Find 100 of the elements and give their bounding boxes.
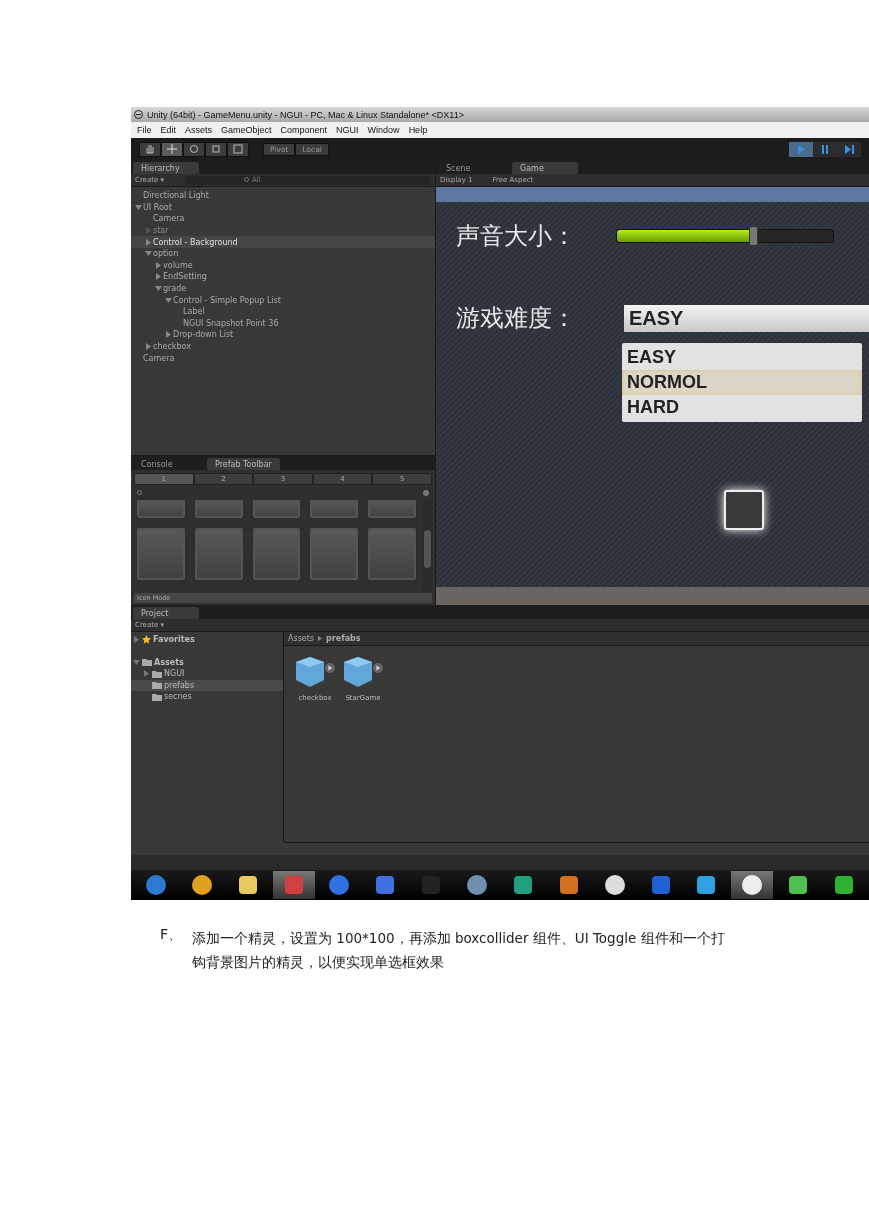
collapsed-arrow-icon[interactable] bbox=[133, 636, 140, 644]
hierarchy-item-label: Camera bbox=[153, 214, 185, 224]
hand-tool-button[interactable] bbox=[139, 141, 161, 157]
app-icon bbox=[420, 874, 443, 896]
prefab-search-field[interactable] bbox=[134, 488, 432, 497]
hierarchy-item-label: volume bbox=[163, 260, 193, 270]
dropdown-option[interactable]: EASY bbox=[622, 345, 862, 370]
breadcrumb-item[interactable]: Assets bbox=[288, 634, 315, 643]
breadcrumb-arrow-icon bbox=[318, 636, 323, 641]
hierarchy-row[interactable]: Control - Background bbox=[131, 236, 435, 248]
hierarchy-row[interactable]: Label bbox=[131, 305, 435, 318]
view-tab[interactable]: Scene bbox=[438, 162, 504, 174]
hierarchy-row[interactable]: Drop-down List bbox=[131, 329, 435, 341]
menu-item[interactable]: File bbox=[137, 125, 152, 135]
prefab-slot[interactable] bbox=[365, 525, 419, 583]
menu-item[interactable]: Component bbox=[280, 125, 328, 135]
hierarchy-row[interactable]: NGUI Snapshot Point 36 bbox=[131, 317, 435, 330]
app-icon bbox=[649, 874, 672, 896]
volume-label: 声音大小： bbox=[456, 221, 577, 252]
hierarchy-item-label: Label bbox=[183, 307, 205, 317]
dropdown-option[interactable]: NORMOL bbox=[622, 370, 862, 395]
search-icon bbox=[137, 489, 143, 496]
hierarchy-row[interactable]: Camera bbox=[131, 213, 435, 225]
folder-label: prefabs bbox=[164, 680, 195, 690]
expanded-arrow-icon[interactable] bbox=[133, 658, 140, 666]
folder-row[interactable]: secnes bbox=[131, 691, 283, 703]
hierarchy-row[interactable]: grade bbox=[131, 282, 435, 295]
collapsed-arrow-icon[interactable] bbox=[143, 670, 150, 678]
step-button[interactable] bbox=[837, 141, 861, 157]
app-icon bbox=[557, 874, 580, 896]
difficulty-dropdown[interactable]: EASY bbox=[624, 304, 869, 332]
dropdown-option[interactable]: HARD bbox=[622, 395, 862, 420]
folder-row[interactable]: NGUI bbox=[131, 668, 283, 680]
caption-text: 添加一个精灵，设置为 100*100，再添加 boxcollider 组件、UI Toggle 组件和一个打钩背景图片的精灵，以便实现单选框效果 bbox=[192, 929, 726, 972]
volume-slider[interactable] bbox=[616, 229, 834, 243]
scale-icon bbox=[211, 144, 221, 154]
app-logo-icon bbox=[134, 110, 143, 119]
star-icon bbox=[142, 635, 151, 645]
hierarchy-tab[interactable]: Hierarchy bbox=[133, 162, 199, 174]
project-tab[interactable]: Project bbox=[133, 607, 199, 619]
app-icon bbox=[374, 874, 397, 896]
breadcrumb-item[interactable]: prefabs bbox=[326, 634, 361, 643]
prefab-slot[interactable] bbox=[134, 525, 188, 583]
hierarchy-row[interactable]: Directional Light bbox=[131, 190, 435, 202]
move-tool-button[interactable] bbox=[161, 141, 183, 157]
hierarchy-item-label: Control - Simple Popup List bbox=[173, 295, 281, 305]
hierarchy-row[interactable]: star bbox=[131, 224, 435, 237]
hierarchy-row[interactable]: Camera bbox=[131, 352, 435, 364]
panel-tab[interactable]: Prefab Toolbar bbox=[207, 458, 280, 470]
slider-thumb[interactable] bbox=[749, 226, 759, 246]
prefab-cube-icon[interactable] bbox=[342, 656, 384, 688]
collapsed-arrow-icon[interactable] bbox=[164, 331, 172, 339]
hierarchy-item-label: Camera bbox=[143, 353, 175, 363]
step-icon bbox=[844, 144, 854, 154]
hierarchy-item-label: checkbox bbox=[153, 342, 191, 351]
folder-row[interactable]: prefabs bbox=[131, 679, 283, 691]
hierarchy-item-label: EndSetting bbox=[163, 272, 207, 282]
rect-tool-button[interactable] bbox=[227, 141, 249, 157]
checkbox[interactable] bbox=[724, 490, 764, 530]
prefab-slot[interactable] bbox=[134, 500, 188, 521]
play-button[interactable] bbox=[789, 141, 813, 157]
rotate-tool-button[interactable] bbox=[183, 141, 205, 157]
menu-item[interactable]: Window bbox=[367, 125, 400, 135]
hierarchy-item-label: Drop-down List bbox=[173, 330, 234, 340]
view-tab[interactable]: Game bbox=[512, 162, 578, 174]
hierarchy-row[interactable]: Control - Simple Popup List bbox=[131, 294, 435, 306]
menu-item[interactable]: Assets bbox=[185, 125, 213, 135]
hierarchy-item-label: UI Root bbox=[143, 202, 172, 212]
menu-item[interactable]: Edit bbox=[160, 125, 177, 135]
menu-item[interactable]: Help bbox=[408, 125, 428, 135]
scrollbar[interactable] bbox=[423, 500, 432, 591]
rotate-icon bbox=[189, 144, 199, 154]
menu-item[interactable]: NGUI bbox=[336, 125, 359, 135]
windows-orb-icon bbox=[144, 874, 167, 896]
expanded-arrow-icon[interactable] bbox=[134, 203, 142, 211]
hierarchy-row[interactable]: UI Root bbox=[131, 201, 435, 214]
search-icon bbox=[244, 177, 250, 183]
favorites-label[interactable]: Favorites bbox=[153, 635, 195, 645]
expanded-arrow-icon[interactable] bbox=[144, 250, 152, 258]
prefab-slot[interactable] bbox=[365, 500, 419, 521]
hierarchy-row[interactable]: option bbox=[131, 247, 435, 260]
collapsed-arrow-icon[interactable] bbox=[144, 343, 152, 350]
app-icon bbox=[282, 874, 305, 896]
hierarchy-item-label: option bbox=[153, 249, 179, 259]
pause-icon bbox=[820, 144, 830, 154]
taskbar-app-button[interactable] bbox=[731, 871, 774, 899]
hierarchy-row[interactable]: checkbox bbox=[131, 340, 435, 353]
hierarchy-item-label: Control - Background bbox=[153, 237, 238, 247]
pause-button[interactable] bbox=[813, 141, 837, 157]
app-icon bbox=[787, 874, 810, 896]
scale-tool-button[interactable] bbox=[205, 141, 227, 157]
menu-item[interactable]: GameObject bbox=[221, 125, 272, 135]
hierarchy-row[interactable]: volume bbox=[131, 259, 435, 272]
app-icon bbox=[695, 874, 718, 896]
panel-tab[interactable]: Console bbox=[133, 458, 199, 470]
move-arrows-icon bbox=[167, 144, 177, 154]
clear-icon[interactable] bbox=[423, 489, 429, 496]
assets-label[interactable]: Assets bbox=[154, 657, 184, 667]
hierarchy-row[interactable]: EndSetting bbox=[131, 271, 435, 283]
prefab-cube-icon[interactable] bbox=[294, 656, 336, 688]
